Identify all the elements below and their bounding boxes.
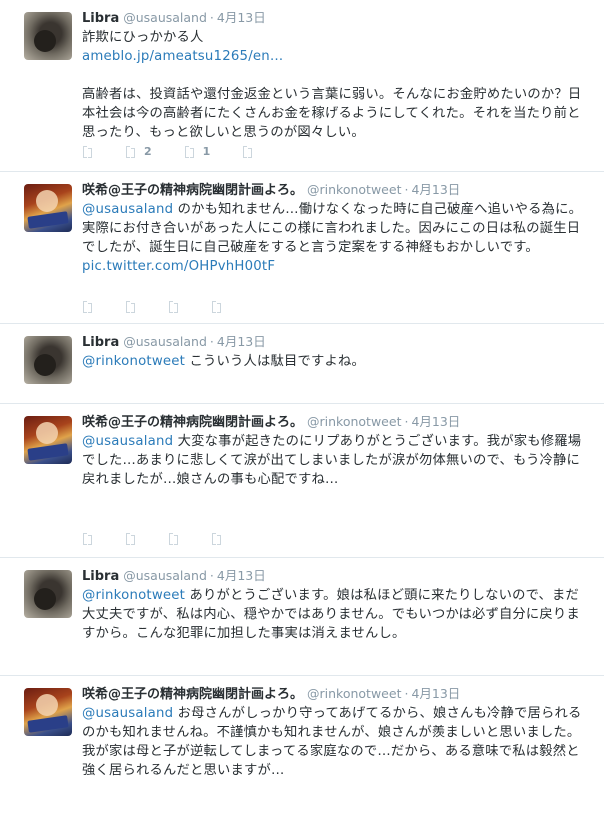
- tweet-actions: [82, 530, 254, 546]
- mention-link[interactable]: @usausaland: [82, 706, 173, 721]
- user-fullname[interactable]: Libra: [82, 569, 119, 584]
- user-fullname[interactable]: Libra: [82, 335, 119, 350]
- tweet-line: 詐欺にひっかかる人: [82, 30, 204, 45]
- timeline: Libra @usausaland · 4月13日 詐欺にひっかかる人 ameblo.…: [0, 0, 604, 820]
- tweet-text: 詐欺にひっかかる人 ameblo.jp/ameatsu1265/en… 高齢者は…: [82, 28, 588, 142]
- more-icon: [211, 532, 222, 545]
- reply-icon: [82, 532, 93, 545]
- tweet-timestamp[interactable]: 4月13日: [217, 10, 266, 25]
- tweet-content: Libra @usausaland · 4月13日 詐欺にひっかかる人 ameblo.…: [82, 9, 588, 142]
- tweet[interactable]: 咲希@王子の精神病院幽閉計画よろ。 @rinkonotweet · 4月13日 @us…: [0, 676, 604, 820]
- tweet-text: @usausaland のかも知れません…働けなくなった時に自己破産へ追いやる為…: [82, 200, 588, 276]
- avatar[interactable]: [24, 12, 72, 60]
- tweet[interactable]: Libra @usausaland · 4月13日 詐欺にひっかかる人 ameblo.…: [0, 0, 604, 172]
- favorite-button[interactable]: [168, 532, 179, 545]
- user-handle[interactable]: @rinkonotweet: [307, 182, 401, 197]
- user-handle[interactable]: @usausaland: [123, 568, 207, 583]
- tweet-body: 高齢者は、投資話や還付金返金という言葉に弱い。そんなにお金貯めたいのか？日本社会…: [82, 87, 582, 140]
- more-button[interactable]: [211, 300, 222, 313]
- tweet-timestamp[interactable]: 4月13日: [217, 568, 266, 583]
- avatar[interactable]: [24, 688, 72, 736]
- pic-link[interactable]: pic.twitter.com/OHPvhH00tF: [82, 259, 275, 274]
- avatar[interactable]: [24, 336, 72, 384]
- user-fullname[interactable]: 咲希@王子の精神病院幽閉計画よろ。: [82, 687, 303, 702]
- tweet[interactable]: 咲希@王子の精神病院幽閉計画よろ。 @rinkonotweet · 4月13日 @us…: [0, 172, 604, 324]
- more-icon: [211, 300, 222, 313]
- retweet-button[interactable]: 2: [125, 145, 152, 158]
- tweet[interactable]: 咲希@王子の精神病院幽閉計画よろ。 @rinkonotweet · 4月13日 @us…: [0, 404, 604, 558]
- more-button[interactable]: [211, 532, 222, 545]
- reply-button[interactable]: [82, 300, 93, 313]
- avatar[interactable]: [24, 570, 72, 618]
- user-handle[interactable]: @usausaland: [123, 10, 207, 25]
- tweet-header: 咲希@王子の精神病院幽閉計画よろ。 @rinkonotweet · 4月13日: [82, 686, 461, 702]
- reply-icon: [82, 300, 93, 313]
- tweet-header: 咲希@王子の精神病院幽閉計画よろ。 @rinkonotweet · 4月13日: [82, 182, 461, 198]
- tweet-header: Libra @usausaland · 4月13日: [82, 10, 266, 26]
- tweet-content: 咲希@王子の精神病院幽閉計画よろ。 @rinkonotweet · 4月13日 @us…: [82, 413, 588, 489]
- tweet-text: @rinkonotweet こういう人は駄目ですよね。: [82, 352, 588, 371]
- tweet-timestamp[interactable]: 4月13日: [411, 414, 460, 429]
- more-button[interactable]: [242, 145, 253, 158]
- retweet-button[interactable]: [125, 532, 136, 545]
- tweet-actions: [82, 298, 254, 314]
- tweet-text: @usausaland 大変な事が起きたのにリプありがとうございます。我が家も修…: [82, 432, 588, 489]
- user-fullname[interactable]: Libra: [82, 11, 119, 26]
- tweet-text: @usausaland お母さんがしっかり守ってあげてるから、娘さんも冷静で居ら…: [82, 704, 588, 780]
- retweet-button[interactable]: [125, 300, 136, 313]
- user-handle[interactable]: @rinkonotweet: [307, 414, 401, 429]
- user-handle[interactable]: @usausaland: [123, 334, 207, 349]
- mention-link[interactable]: @usausaland: [82, 434, 173, 449]
- retweet-icon: [125, 532, 136, 545]
- retweet-icon: [125, 145, 136, 158]
- tweet-content: Libra @usausaland · 4月13日 @rinkonotweet ありが…: [82, 567, 588, 643]
- tweet-content: Libra @usausaland · 4月13日 @rinkonotweet こうい…: [82, 333, 588, 371]
- reply-button[interactable]: [82, 532, 93, 545]
- reply-icon: [82, 145, 93, 158]
- tweet-content: 咲希@王子の精神病院幽閉計画よろ。 @rinkonotweet · 4月13日 @us…: [82, 685, 588, 780]
- mention-link[interactable]: @usausaland: [82, 202, 173, 217]
- mention-link[interactable]: @rinkonotweet: [82, 354, 185, 369]
- user-fullname[interactable]: 咲希@王子の精神病院幽閉計画よろ。: [82, 415, 303, 430]
- favorite-count: 1: [202, 144, 211, 158]
- more-icon: [242, 145, 253, 158]
- tweet-content: 咲希@王子の精神病院幽閉計画よろ。 @rinkonotweet · 4月13日 @us…: [82, 181, 588, 276]
- favorite-icon: [184, 145, 195, 158]
- favorite-icon: [168, 300, 179, 313]
- tweet-header: 咲希@王子の精神病院幽閉計画よろ。 @rinkonotweet · 4月13日: [82, 414, 461, 430]
- reply-button[interactable]: [82, 145, 93, 158]
- tweet-timestamp[interactable]: 4月13日: [217, 334, 266, 349]
- tweet-timestamp[interactable]: 4月13日: [411, 182, 460, 197]
- favorite-button[interactable]: 1: [184, 144, 211, 158]
- tweet-header: Libra @usausaland · 4月13日: [82, 568, 266, 584]
- favorite-icon: [168, 532, 179, 545]
- tweet-actions: 2 1: [82, 143, 285, 159]
- tweet-header: Libra @usausaland · 4月13日: [82, 334, 266, 350]
- tweet-link[interactable]: ameblo.jp/ameatsu1265/en…: [82, 49, 283, 64]
- tweet[interactable]: Libra @usausaland · 4月13日 @rinkonotweet ありが…: [0, 558, 604, 676]
- tweet[interactable]: Libra @usausaland · 4月13日 @rinkonotweet こうい…: [0, 324, 604, 404]
- tweet-body: こういう人は駄目ですよね。: [185, 354, 365, 369]
- retweet-icon: [125, 300, 136, 313]
- user-fullname[interactable]: 咲希@王子の精神病院幽閉計画よろ。: [82, 183, 303, 198]
- mention-link[interactable]: @rinkonotweet: [82, 588, 185, 603]
- tweet-text: @rinkonotweet ありがとうございます。娘は私ほど頭に来たりしないので…: [82, 586, 588, 643]
- avatar[interactable]: [24, 416, 72, 464]
- favorite-button[interactable]: [168, 300, 179, 313]
- tweet-timestamp[interactable]: 4月13日: [411, 686, 460, 701]
- avatar[interactable]: [24, 184, 72, 232]
- retweet-count: 2: [144, 144, 152, 158]
- user-handle[interactable]: @rinkonotweet: [307, 686, 401, 701]
